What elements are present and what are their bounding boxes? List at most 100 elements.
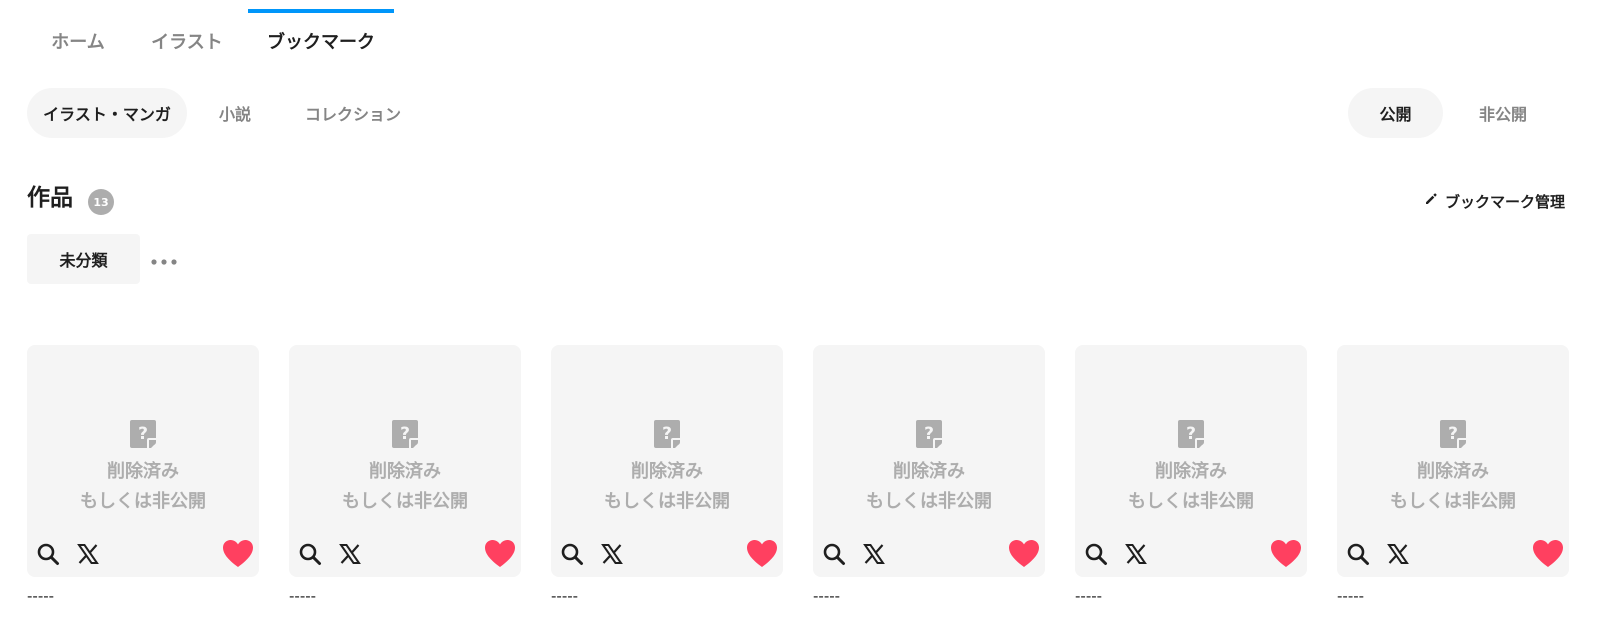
search-icon bbox=[1346, 542, 1370, 570]
bookmark-heart-button[interactable] bbox=[743, 537, 781, 575]
tab-public[interactable]: 公開 bbox=[1348, 88, 1443, 138]
share-x-button[interactable] bbox=[73, 541, 103, 571]
unavailable-message: 削除済み もしくは非公開 bbox=[551, 457, 783, 517]
work-count-badge: 13 bbox=[88, 189, 114, 215]
unavailable-message: 削除済み もしくは非公開 bbox=[1075, 457, 1307, 517]
work-title[interactable]: ----- bbox=[289, 586, 521, 606]
share-x-button[interactable] bbox=[1121, 541, 1151, 571]
unavailable-line-deleted: 削除済み bbox=[631, 461, 703, 482]
bookmark-manage-label: ブックマーク管理 bbox=[1444, 192, 1565, 211]
work-card: ? 削除済み もしくは非公開 ----- bbox=[1075, 345, 1307, 606]
share-x-button[interactable] bbox=[859, 541, 889, 571]
search-button[interactable] bbox=[557, 541, 587, 571]
work-card: ? 削除済み もしくは非公開 ----- bbox=[1337, 345, 1569, 606]
tab-illust-manga[interactable]: イラスト・マンガ bbox=[27, 88, 187, 138]
work-card: ? 削除済み もしくは非公開 ----- bbox=[813, 345, 1045, 606]
share-x-button[interactable] bbox=[335, 541, 365, 571]
heart-icon bbox=[1270, 539, 1302, 573]
bookmark-heart-button[interactable] bbox=[1529, 537, 1567, 575]
svg-text:?: ? bbox=[1448, 424, 1458, 444]
x-logo-icon bbox=[339, 543, 361, 569]
search-button[interactable] bbox=[33, 541, 63, 571]
unavailable-message: 削除済み もしくは非公開 bbox=[813, 457, 1045, 517]
unavailable-work-icon: ? bbox=[650, 417, 684, 451]
unavailable-work-icon: ? bbox=[388, 417, 422, 451]
heart-icon bbox=[484, 539, 516, 573]
search-button[interactable] bbox=[295, 541, 325, 571]
work-title[interactable]: ----- bbox=[813, 586, 1045, 606]
bookmark-heart-button[interactable] bbox=[481, 537, 519, 575]
x-logo-icon bbox=[77, 543, 99, 569]
unavailable-line-private: もしくは非公開 bbox=[80, 491, 206, 512]
work-title[interactable]: ----- bbox=[1075, 586, 1307, 606]
work-card: ? 削除済み もしくは非公開 ----- bbox=[551, 345, 783, 606]
work-title[interactable]: ----- bbox=[27, 586, 259, 606]
search-icon bbox=[822, 542, 846, 570]
unavailable-message: 削除済み もしくは非公開 bbox=[27, 457, 259, 517]
svg-text:?: ? bbox=[400, 424, 410, 444]
x-logo-icon bbox=[1387, 543, 1409, 569]
profile-nav-tabs: ホーム イラスト ブックマーク bbox=[0, 0, 1621, 80]
unavailable-message: 削除済み もしくは非公開 bbox=[1337, 457, 1569, 517]
more-tags-button[interactable] bbox=[148, 244, 180, 274]
unavailable-line-deleted: 削除済み bbox=[369, 461, 441, 482]
bookmark-heart-button[interactable] bbox=[1005, 537, 1043, 575]
unavailable-line-private: もしくは非公開 bbox=[1128, 491, 1254, 512]
tab-collections[interactable]: コレクション bbox=[300, 88, 406, 138]
tag-uncategorized[interactable]: 未分類 bbox=[27, 234, 140, 284]
bookmark-manage-button[interactable]: ブックマーク管理 bbox=[1424, 188, 1565, 214]
heart-icon bbox=[1532, 539, 1564, 573]
search-icon bbox=[36, 542, 60, 570]
unavailable-line-deleted: 削除済み bbox=[1155, 461, 1227, 482]
work-thumbnail[interactable]: ? 削除済み もしくは非公開 bbox=[1075, 345, 1307, 577]
x-logo-icon bbox=[863, 543, 885, 569]
heart-icon bbox=[1008, 539, 1040, 573]
work-thumbnail[interactable]: ? 削除済み もしくは非公開 bbox=[1337, 345, 1569, 577]
tab-illustrations[interactable]: イラスト bbox=[148, 10, 226, 72]
unavailable-work-icon: ? bbox=[1436, 417, 1470, 451]
unavailable-line-deleted: 削除済み bbox=[893, 461, 965, 482]
svg-text:?: ? bbox=[138, 424, 148, 444]
search-button[interactable] bbox=[1343, 541, 1373, 571]
work-thumbnail[interactable]: ? 削除済み もしくは非公開 bbox=[289, 345, 521, 577]
unavailable-message: 削除済み もしくは非公開 bbox=[289, 457, 521, 517]
unavailable-line-deleted: 削除済み bbox=[1417, 461, 1489, 482]
search-button[interactable] bbox=[1081, 541, 1111, 571]
ellipsis-icon bbox=[151, 250, 177, 269]
tab-private[interactable]: 非公開 bbox=[1460, 88, 1546, 138]
svg-text:?: ? bbox=[662, 424, 672, 444]
search-icon bbox=[1084, 542, 1108, 570]
heart-icon bbox=[746, 539, 778, 573]
x-logo-icon bbox=[601, 543, 623, 569]
share-x-button[interactable] bbox=[597, 541, 627, 571]
work-thumbnail[interactable]: ? 削除済み もしくは非公開 bbox=[813, 345, 1045, 577]
section-title: 作品 bbox=[27, 185, 73, 211]
unavailable-work-icon: ? bbox=[1174, 417, 1208, 451]
work-title[interactable]: ----- bbox=[1337, 586, 1569, 606]
unavailable-line-private: もしくは非公開 bbox=[866, 491, 992, 512]
search-icon bbox=[560, 542, 584, 570]
search-icon bbox=[298, 542, 322, 570]
share-x-button[interactable] bbox=[1383, 541, 1413, 571]
work-card: ? 削除済み もしくは非公開 ----- bbox=[289, 345, 521, 606]
search-button[interactable] bbox=[819, 541, 849, 571]
work-card: ? 削除済み もしくは非公開 ----- bbox=[27, 345, 259, 606]
heart-icon bbox=[222, 539, 254, 573]
unavailable-line-deleted: 削除済み bbox=[107, 461, 179, 482]
pencil-icon bbox=[1424, 192, 1445, 210]
x-logo-icon bbox=[1125, 543, 1147, 569]
unavailable-work-icon: ? bbox=[126, 417, 160, 451]
tab-bookmarks[interactable]: ブックマーク bbox=[248, 9, 394, 72]
work-thumbnail[interactable]: ? 削除済み もしくは非公開 bbox=[27, 345, 259, 577]
svg-text:?: ? bbox=[1186, 424, 1196, 444]
svg-text:?: ? bbox=[924, 424, 934, 444]
unavailable-work-icon: ? bbox=[912, 417, 946, 451]
tab-novels[interactable]: 小説 bbox=[200, 88, 270, 138]
bookmark-heart-button[interactable] bbox=[1267, 537, 1305, 575]
bookmark-heart-button[interactable] bbox=[219, 537, 257, 575]
unavailable-line-private: もしくは非公開 bbox=[1390, 491, 1516, 512]
work-thumbnail[interactable]: ? 削除済み もしくは非公開 bbox=[551, 345, 783, 577]
unavailable-line-private: もしくは非公開 bbox=[342, 491, 468, 512]
work-title[interactable]: ----- bbox=[551, 586, 783, 606]
tab-home[interactable]: ホーム bbox=[44, 10, 112, 72]
